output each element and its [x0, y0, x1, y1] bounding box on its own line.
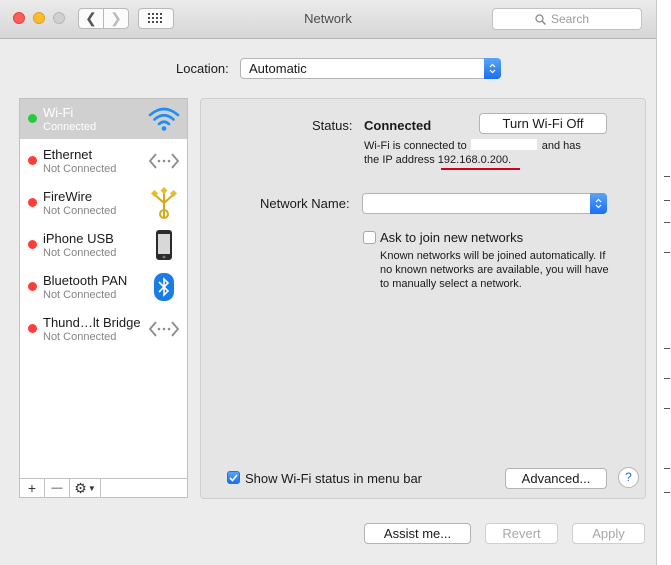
desc-text: and has — [541, 140, 581, 152]
search-field[interactable]: Search — [492, 8, 642, 30]
minus-icon: — — [51, 482, 63, 494]
status-dot — [28, 282, 37, 291]
background-window-edge — [664, 468, 670, 469]
background-window-edge — [664, 200, 670, 201]
ethernet-icon — [148, 145, 180, 177]
service-status: Not Connected — [43, 289, 117, 301]
service-name: iPhone USB — [43, 231, 114, 246]
connection-line-2: the IP address 192.168.0.200. — [364, 153, 614, 167]
ask-join-help: Known networks will be joined automatica… — [380, 249, 620, 291]
service-item-iphone-usb[interactable]: iPhone USB Not Connected — [20, 225, 187, 265]
background-window-edge — [664, 408, 670, 409]
title-bar: ❮ ❯ Network Search — [0, 0, 656, 39]
action-menu-button[interactable]: ⚙ ▼ — [70, 479, 101, 497]
background-window-edge — [664, 176, 670, 177]
desc-text: . — [508, 154, 512, 166]
thunderbolt-bridge-icon — [148, 313, 180, 345]
redacted-network-name — [470, 139, 537, 150]
service-list-toolbar: + — ⚙ ▼ — [19, 478, 188, 498]
connection-line-1: Wi-Fi is connected to and has — [364, 139, 614, 153]
apply-button[interactable]: Apply — [572, 523, 645, 544]
search-placeholder: Search — [551, 12, 590, 26]
background-window-edge — [664, 252, 670, 253]
service-name: Thund…lt Bridge — [43, 315, 141, 330]
service-name: FireWire — [43, 189, 93, 204]
service-item-bluetooth-pan[interactable]: Bluetooth PAN Not Connected — [20, 267, 187, 307]
status-label: Status: — [312, 118, 353, 133]
service-status: Connected — [43, 121, 97, 133]
background-window-edge — [664, 348, 670, 349]
service-item-firewire[interactable]: FireWire Not Connected — [20, 183, 187, 223]
service-name: Wi-Fi — [43, 105, 74, 120]
revert-button[interactable]: Revert — [485, 523, 558, 544]
service-name: Ethernet — [43, 147, 93, 162]
iphone-icon — [148, 229, 180, 261]
ask-join-checkbox[interactable] — [363, 231, 376, 244]
help-line: to manually select a network. — [380, 278, 522, 290]
service-list: Wi-Fi Connected Ethernet Not Connected F… — [19, 98, 188, 479]
location-label: Location: — [176, 61, 229, 76]
help-line: no known networks are available, you wil… — [380, 264, 609, 276]
wifi-icon — [148, 103, 180, 135]
service-status: Not Connected — [43, 247, 117, 259]
advanced-button[interactable]: Advanced... — [505, 468, 607, 489]
location-value: Automatic — [249, 61, 307, 76]
location-select[interactable]: Automatic — [240, 58, 501, 79]
network-name-select[interactable] — [362, 193, 607, 214]
status-dot — [28, 240, 37, 249]
background-window-edge — [664, 222, 670, 223]
background-window-edge — [664, 492, 670, 493]
updown-arrows-icon — [590, 193, 607, 214]
status-dot — [28, 114, 37, 123]
service-status: Not Connected — [43, 331, 117, 343]
network-name-label: Network Name: — [260, 196, 350, 211]
updown-arrows-icon — [484, 58, 501, 79]
gear-icon: ⚙ — [74, 479, 87, 496]
bluetooth-icon — [148, 271, 180, 303]
service-status: Not Connected — [43, 163, 117, 175]
search-icon — [535, 13, 546, 25]
add-service-button[interactable]: + — [20, 479, 45, 497]
status-dot — [28, 198, 37, 207]
desc-text: the IP address — [364, 154, 435, 166]
network-preferences-window: ❮ ❯ Network Search Location: Automatic W… — [0, 0, 657, 565]
firewire-icon — [148, 187, 180, 219]
background-window-edge — [664, 378, 670, 379]
connection-description: Wi-Fi is connected to and has the IP add… — [364, 139, 614, 167]
service-name: Bluetooth PAN — [43, 273, 128, 288]
status-dot — [28, 156, 37, 165]
assist-me-button[interactable]: Assist me... — [364, 523, 471, 544]
chevron-down-icon: ▼ — [87, 483, 96, 493]
checkmark-icon — [229, 473, 238, 482]
status-dot — [28, 324, 37, 333]
desc-text: Wi-Fi is connected to — [364, 140, 467, 152]
show-wifi-status-checkbox[interactable] — [227, 471, 240, 484]
help-line: Known networks will be joined automatica… — [380, 250, 606, 262]
ip-underline-annotation — [441, 168, 520, 170]
status-value: Connected — [364, 118, 432, 133]
show-wifi-status-label: Show Wi-Fi status in menu bar — [245, 471, 423, 486]
turn-wifi-off-button[interactable]: Turn Wi-Fi Off — [479, 113, 607, 134]
remove-service-button[interactable]: — — [45, 479, 70, 497]
ask-join-label: Ask to join new networks — [380, 230, 524, 245]
help-button[interactable]: ? — [618, 467, 639, 488]
plus-icon: + — [27, 480, 37, 496]
service-status: Not Connected — [43, 205, 117, 217]
service-item-wifi[interactable]: Wi-Fi Connected — [20, 99, 187, 139]
service-item-thunderbolt-bridge[interactable]: Thund…lt Bridge Not Connected — [20, 309, 187, 349]
ip-address: 192.168.0.200 — [437, 154, 509, 166]
service-item-ethernet[interactable]: Ethernet Not Connected — [20, 141, 187, 181]
